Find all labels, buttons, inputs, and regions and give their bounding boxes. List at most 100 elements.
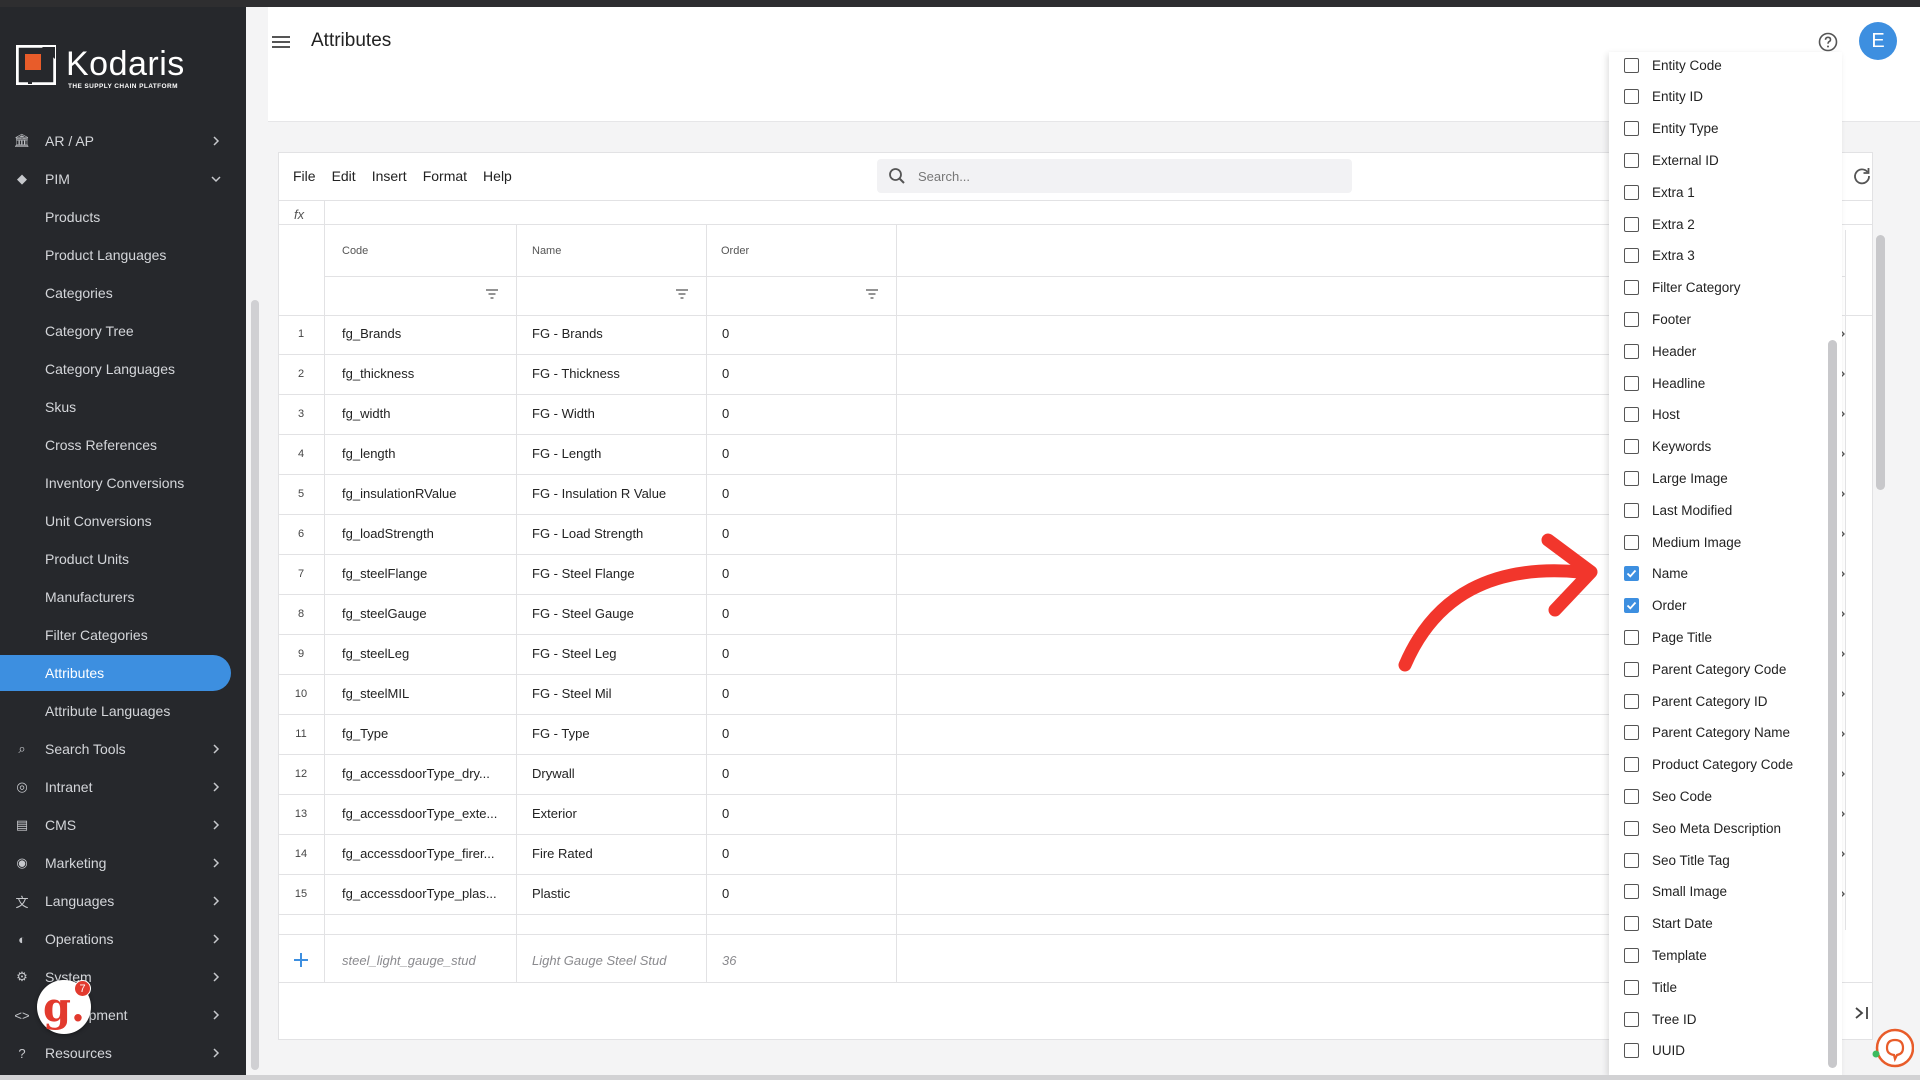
cell-code[interactable]: fg_insulationRValue: [342, 486, 510, 501]
cell-code[interactable]: fg_accessdoorType_dry...: [342, 766, 510, 781]
checkbox[interactable]: [1624, 343, 1639, 359]
sidebar-item-products[interactable]: Products: [0, 199, 231, 235]
column-option-seo-code[interactable]: Seo Code: [1624, 783, 1712, 809]
column-option-start-date[interactable]: Start Date: [1624, 911, 1713, 937]
cell-name[interactable]: Fire Rated: [532, 846, 700, 861]
column-option-filter-category[interactable]: Filter Category: [1624, 275, 1741, 301]
new-row-name[interactable]: Light Gauge Steel Stud: [532, 953, 666, 968]
column-option-order[interactable]: Order: [1624, 593, 1687, 619]
sidebar-item-ar-ap[interactable]: 🏛 AR / AP: [0, 123, 231, 159]
sidebar-item-attributes[interactable]: Attributes: [0, 655, 231, 691]
sidebar-item-search-tools[interactable]: ⌕ Search Tools: [0, 731, 231, 767]
cell-name[interactable]: FG - Steel Gauge: [532, 606, 700, 621]
checkbox[interactable]: [1624, 216, 1639, 232]
cell-name[interactable]: FG - Width: [532, 406, 700, 421]
checkbox[interactable]: [1624, 629, 1639, 645]
checkbox[interactable]: [1624, 693, 1639, 709]
checkbox[interactable]: [1624, 152, 1639, 168]
cell-code[interactable]: fg_steelLeg: [342, 646, 510, 661]
cell-order[interactable]: 0: [722, 566, 890, 581]
column-option-tree-id[interactable]: Tree ID: [1624, 1006, 1697, 1032]
column-option-header[interactable]: Header: [1624, 338, 1696, 364]
cell-name[interactable]: FG - Insulation R Value: [532, 486, 700, 501]
add-row-icon[interactable]: [292, 951, 310, 969]
checkbox[interactable]: [1624, 884, 1639, 900]
column-option-uuid[interactable]: UUID: [1624, 1038, 1685, 1064]
cell-code[interactable]: fg_thickness: [342, 366, 510, 381]
cell-code[interactable]: fg_Brands: [342, 326, 510, 341]
column-option-footer[interactable]: Footer: [1624, 306, 1691, 332]
cell-name[interactable]: FG - Steel Mil: [532, 686, 700, 701]
column-option-large-image[interactable]: Large Image: [1624, 465, 1728, 491]
new-row-order[interactable]: 36: [722, 953, 736, 968]
checkbox[interactable]: [1624, 184, 1639, 200]
sidebar-item-category-languages[interactable]: Category Languages: [0, 351, 231, 387]
sidebar-item-categories[interactable]: Categories: [0, 275, 231, 311]
sidebar-item-unit-conversions[interactable]: Unit Conversions: [0, 503, 231, 539]
column-header-code[interactable]: Code: [342, 245, 368, 257]
cell-order[interactable]: 0: [722, 886, 890, 901]
sidebar-item-cross-references[interactable]: Cross References: [0, 427, 231, 463]
checkbox[interactable]: [1624, 788, 1639, 804]
checkbox[interactable]: [1624, 121, 1639, 137]
column-option-entity-id[interactable]: Entity ID: [1624, 84, 1703, 110]
sidebar-item-pim[interactable]: ◆ PIM: [0, 161, 231, 197]
column-option-keywords[interactable]: Keywords: [1624, 434, 1711, 460]
cell-code[interactable]: fg_steelGauge: [342, 606, 510, 621]
column-header-order[interactable]: Order: [721, 245, 749, 257]
cell-code[interactable]: fg_accessdoorType_plas...: [342, 886, 510, 901]
checkbox[interactable]: [1624, 916, 1639, 932]
sidebar-item-development[interactable]: <>Development: [0, 997, 231, 1033]
column-option-name[interactable]: Name: [1624, 561, 1688, 587]
cell-order[interactable]: 0: [722, 606, 890, 621]
menu-insert[interactable]: Insert: [372, 168, 407, 184]
column-option-entity-code[interactable]: Entity Code: [1624, 52, 1722, 78]
cell-name[interactable]: Drywall: [532, 766, 700, 781]
refresh-icon[interactable]: [1852, 166, 1872, 186]
cell-code[interactable]: fg_steelMIL: [342, 686, 510, 701]
column-option-extra-2[interactable]: Extra 2: [1624, 211, 1695, 237]
cell-order[interactable]: 0: [722, 446, 890, 461]
checkbox-checked[interactable]: [1624, 566, 1639, 582]
cell-order[interactable]: 0: [722, 686, 890, 701]
checkbox[interactable]: [1624, 757, 1639, 773]
column-option-entity-type[interactable]: Entity Type: [1624, 116, 1719, 142]
filter-icon[interactable]: [675, 288, 689, 300]
checkbox[interactable]: [1624, 1043, 1639, 1059]
sidebar-item-product-languages[interactable]: Product Languages: [0, 237, 231, 273]
cell-order[interactable]: 0: [722, 326, 890, 341]
checkbox[interactable]: [1624, 820, 1639, 836]
sidebar-item-filter-categories[interactable]: Filter Categories: [0, 617, 231, 653]
kodaris-logo[interactable]: Kodaris THE SUPPLY CHAIN PLATFORM: [16, 41, 216, 93]
sidebar-item-product-units[interactable]: Product Units: [0, 541, 231, 577]
menu-format[interactable]: Format: [423, 168, 467, 184]
column-option-medium-image[interactable]: Medium Image: [1624, 529, 1741, 555]
filter-icon[interactable]: [485, 288, 499, 300]
cell-code[interactable]: fg_length: [342, 446, 510, 461]
column-option-page-title[interactable]: Page Title: [1624, 624, 1712, 650]
cell-order[interactable]: 0: [722, 526, 890, 541]
cell-order[interactable]: 0: [722, 726, 890, 741]
sidebar-item-category-tree[interactable]: Category Tree: [0, 313, 231, 349]
search-input[interactable]: [918, 159, 1338, 193]
sidebar-item-resources[interactable]: ? Resources: [0, 1035, 231, 1071]
column-option-host[interactable]: Host: [1624, 402, 1680, 428]
sidebar-item-operations[interactable]: ◐ Operations: [0, 921, 231, 957]
column-option-seo-meta-description[interactable]: Seo Meta Description: [1624, 815, 1781, 841]
column-option-last-modified[interactable]: Last Modified: [1624, 497, 1732, 523]
cell-name[interactable]: FG - Length: [532, 446, 700, 461]
cell-name[interactable]: FG - Load Strength: [532, 526, 700, 541]
column-option-title[interactable]: Title: [1624, 974, 1677, 1000]
cell-name[interactable]: Exterior: [532, 806, 700, 821]
sidebar-item-marketing[interactable]: ◉ Marketing: [0, 845, 231, 881]
checkbox[interactable]: [1624, 407, 1639, 423]
column-option-extra-3[interactable]: Extra 3: [1624, 243, 1695, 269]
cell-order[interactable]: 0: [722, 366, 890, 381]
cell-name[interactable]: FG - Steel Flange: [532, 566, 700, 581]
cell-code[interactable]: fg_steelFlange: [342, 566, 510, 581]
cell-code[interactable]: fg_Type: [342, 726, 510, 741]
sidebar-item-cms[interactable]: ▤ CMS: [0, 807, 231, 843]
checkbox[interactable]: [1624, 1011, 1639, 1027]
menu-file[interactable]: File: [293, 168, 316, 184]
checkbox[interactable]: [1624, 502, 1639, 518]
